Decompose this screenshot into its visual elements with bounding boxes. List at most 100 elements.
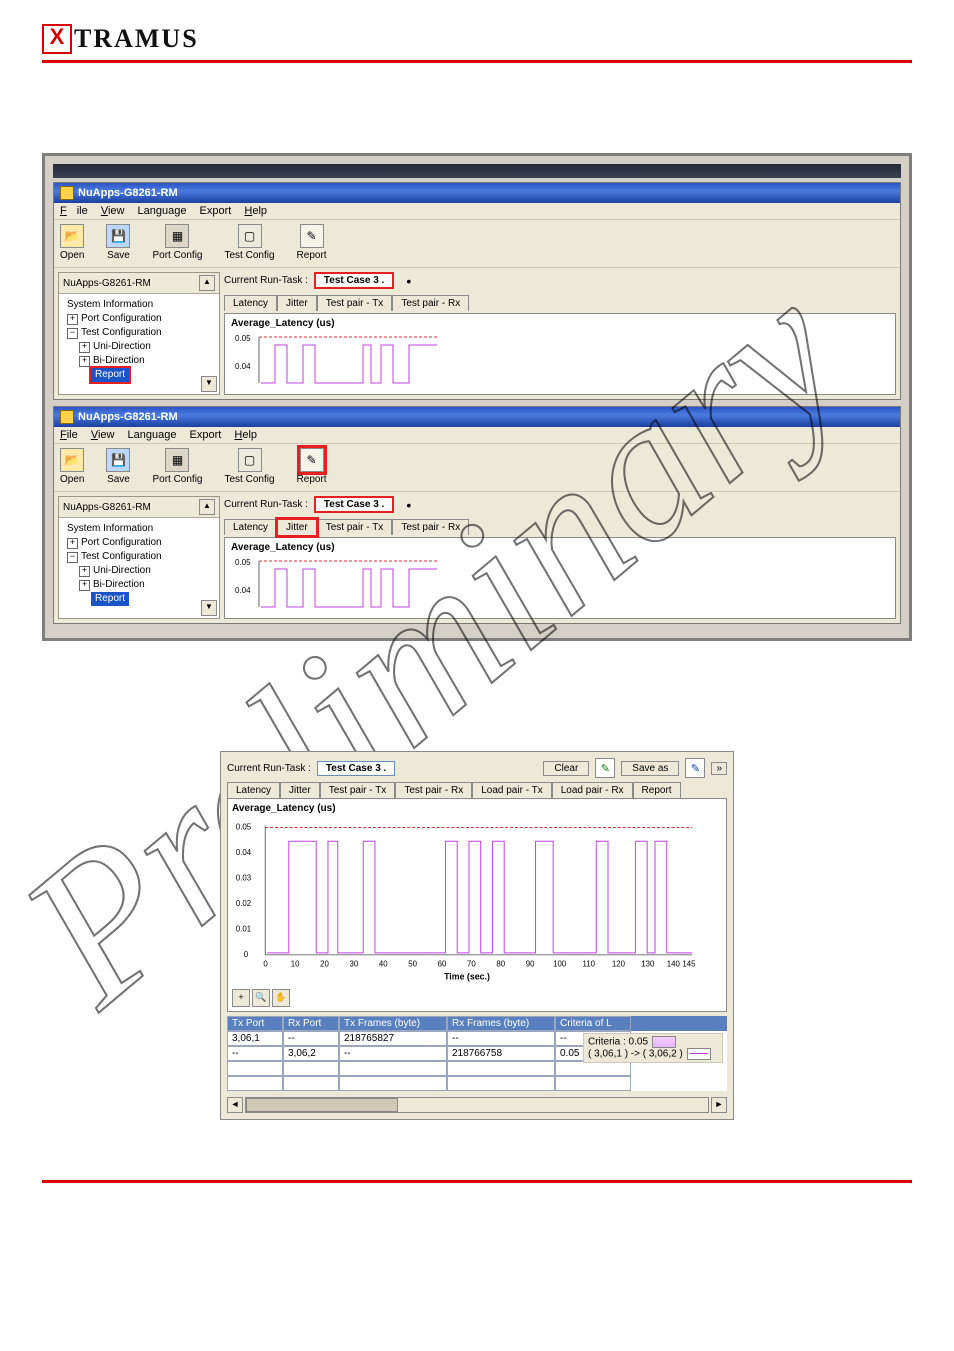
- report-button-highlighted[interactable]: ✎Report: [297, 448, 327, 485]
- hand-icon[interactable]: ✋: [272, 989, 290, 1007]
- menu-file[interactable]: File: [60, 205, 88, 217]
- tree-bi[interactable]: +Bi-Direction: [67, 578, 215, 592]
- save-report-icon[interactable]: ✎: [595, 758, 615, 778]
- tree-uni[interactable]: +Uni-Direction: [67, 564, 215, 578]
- svg-text:0.02: 0.02: [236, 899, 251, 908]
- menu-export[interactable]: Export: [200, 205, 232, 217]
- tab-load-tx[interactable]: Load pair - Tx: [472, 782, 552, 798]
- tab-load-rx[interactable]: Load pair - Rx: [552, 782, 633, 798]
- tree-report-selected[interactable]: Report: [91, 368, 129, 382]
- port-config-icon: ▦: [165, 224, 189, 248]
- port-config-button[interactable]: ▦Port Config: [152, 448, 202, 485]
- expand-icon[interactable]: +: [67, 314, 78, 325]
- menu-help[interactable]: Help: [244, 205, 267, 217]
- scroll-right-icon[interactable]: ►: [711, 1097, 727, 1113]
- scroll-up-icon[interactable]: ▲: [199, 275, 215, 291]
- titlebar[interactable]: NuApps-G8261-RM: [54, 407, 900, 427]
- menu-language[interactable]: Language: [128, 429, 177, 441]
- tab-pair-rx[interactable]: Test pair - Rx: [392, 295, 469, 311]
- tree-pane[interactable]: NuApps-G8261-RM ▲ System Information +Por…: [58, 496, 220, 619]
- col-rx-port[interactable]: Rx Port: [283, 1016, 339, 1031]
- menu-view[interactable]: View: [91, 429, 115, 441]
- tree-report-selected[interactable]: Report: [91, 592, 129, 606]
- svg-text:0.04: 0.04: [236, 848, 252, 857]
- test-config-icon: ▢: [238, 224, 262, 248]
- col-criteria[interactable]: Criteria of L: [555, 1016, 631, 1031]
- tree-test-conf[interactable]: −Test Configuration: [67, 326, 215, 340]
- titlebar[interactable]: NuApps-G8261-RM: [54, 183, 900, 203]
- expand-icon[interactable]: +: [79, 580, 90, 591]
- menu-export[interactable]: Export: [190, 429, 222, 441]
- tab-pair-rx[interactable]: Test pair - Rx: [392, 519, 469, 535]
- tree-port-conf[interactable]: +Port Configuration: [67, 312, 215, 326]
- more-button[interactable]: »: [711, 762, 727, 775]
- tab-pair-rx[interactable]: Test pair - Rx: [395, 782, 472, 798]
- tree-bi[interactable]: +Bi-Direction: [67, 354, 215, 368]
- clear-button[interactable]: Clear: [543, 761, 589, 776]
- menubar[interactable]: File View Language Export Help: [54, 203, 900, 220]
- tab-latency[interactable]: Latency: [227, 782, 280, 798]
- svg-text:130: 130: [641, 960, 655, 969]
- scroll-down-icon[interactable]: ▼: [201, 600, 217, 616]
- export-icon[interactable]: ✎: [685, 758, 705, 778]
- expand-icon[interactable]: +: [79, 356, 90, 367]
- report-button[interactable]: ✎Report: [297, 224, 327, 261]
- tree-test-conf[interactable]: −Test Configuration: [67, 550, 215, 564]
- col-rx-frames[interactable]: Rx Frames (byte): [447, 1016, 555, 1031]
- tab-latency[interactable]: Latency: [224, 295, 277, 311]
- save-button[interactable]: 💾Save: [106, 448, 130, 485]
- menu-file[interactable]: File: [60, 429, 78, 441]
- test-config-button[interactable]: ▢Test Config: [225, 224, 275, 261]
- tree-root[interactable]: NuApps-G8261-RM: [63, 278, 151, 289]
- menu-help[interactable]: Help: [234, 429, 257, 441]
- zoom-icon[interactable]: 🔍: [252, 989, 270, 1007]
- scroll-thumb[interactable]: [246, 1098, 398, 1112]
- scroll-up-icon[interactable]: ▲: [199, 499, 215, 515]
- tab-report[interactable]: Report: [633, 782, 681, 798]
- result-tabs: Latency Jitter Test pair - Tx Test pair …: [224, 295, 896, 311]
- expand-icon[interactable]: +: [79, 342, 90, 353]
- collapse-icon[interactable]: −: [67, 552, 78, 563]
- scroll-track[interactable]: [245, 1097, 709, 1113]
- tree-uni[interactable]: +Uni-Direction: [67, 340, 215, 354]
- main-pane: Current Run-Task : Test Case 3 . • Laten…: [224, 496, 896, 619]
- tree-sys-info[interactable]: System Information: [67, 298, 215, 312]
- tab-pair-tx[interactable]: Test pair - Tx: [317, 519, 393, 535]
- tree-root[interactable]: NuApps-G8261-RM: [63, 502, 151, 513]
- title-text: NuApps-G8261-RM: [78, 187, 178, 199]
- menu-view[interactable]: View: [101, 205, 125, 217]
- port-config-button[interactable]: ▦Port Config: [152, 224, 202, 261]
- crosshair-icon[interactable]: +: [232, 989, 250, 1007]
- collapse-icon[interactable]: −: [67, 328, 78, 339]
- brand-logo: X TRAMUS: [42, 24, 912, 54]
- col-tx-port[interactable]: Tx Port: [227, 1016, 283, 1031]
- table-row: [227, 1061, 727, 1076]
- scroll-left-icon[interactable]: ◄: [227, 1097, 243, 1113]
- tree-sys-info[interactable]: System Information: [67, 522, 215, 536]
- tab-jitter-highlighted[interactable]: Jitter: [277, 519, 317, 535]
- test-config-button[interactable]: ▢Test Config: [225, 448, 275, 485]
- tab-jitter[interactable]: Jitter: [277, 295, 317, 311]
- tree-port-conf[interactable]: +Port Configuration: [67, 536, 215, 550]
- scroll-down-icon[interactable]: ▼: [201, 376, 217, 392]
- tab-pair-tx[interactable]: Test pair - Tx: [320, 782, 396, 798]
- expand-icon[interactable]: +: [79, 566, 90, 577]
- expand-icon[interactable]: +: [67, 538, 78, 549]
- menubar[interactable]: File View Language Export Help: [54, 427, 900, 444]
- save-button[interactable]: 💾Save: [106, 224, 130, 261]
- open-button[interactable]: 📂Open: [60, 448, 84, 485]
- chart-title: Average_Latency (us): [231, 542, 889, 553]
- open-button[interactable]: 📂Open: [60, 224, 84, 261]
- save-as-button[interactable]: Save as: [621, 761, 679, 776]
- tab-latency[interactable]: Latency: [224, 519, 277, 535]
- col-tx-frames[interactable]: Tx Frames (byte): [339, 1016, 447, 1031]
- tab-pair-tx[interactable]: Test pair - Tx: [317, 295, 393, 311]
- menu-language[interactable]: Language: [138, 205, 187, 217]
- svg-text:0: 0: [244, 950, 249, 959]
- tree-pane[interactable]: NuApps-G8261-RM ▲ System Information +Por…: [58, 272, 220, 395]
- report-icon: ✎: [300, 448, 324, 472]
- grid-hscrollbar[interactable]: ◄ ►: [227, 1097, 727, 1113]
- tab-jitter[interactable]: Jitter: [280, 782, 320, 798]
- floppy-icon: 💾: [106, 448, 130, 472]
- table-row: [227, 1076, 727, 1091]
